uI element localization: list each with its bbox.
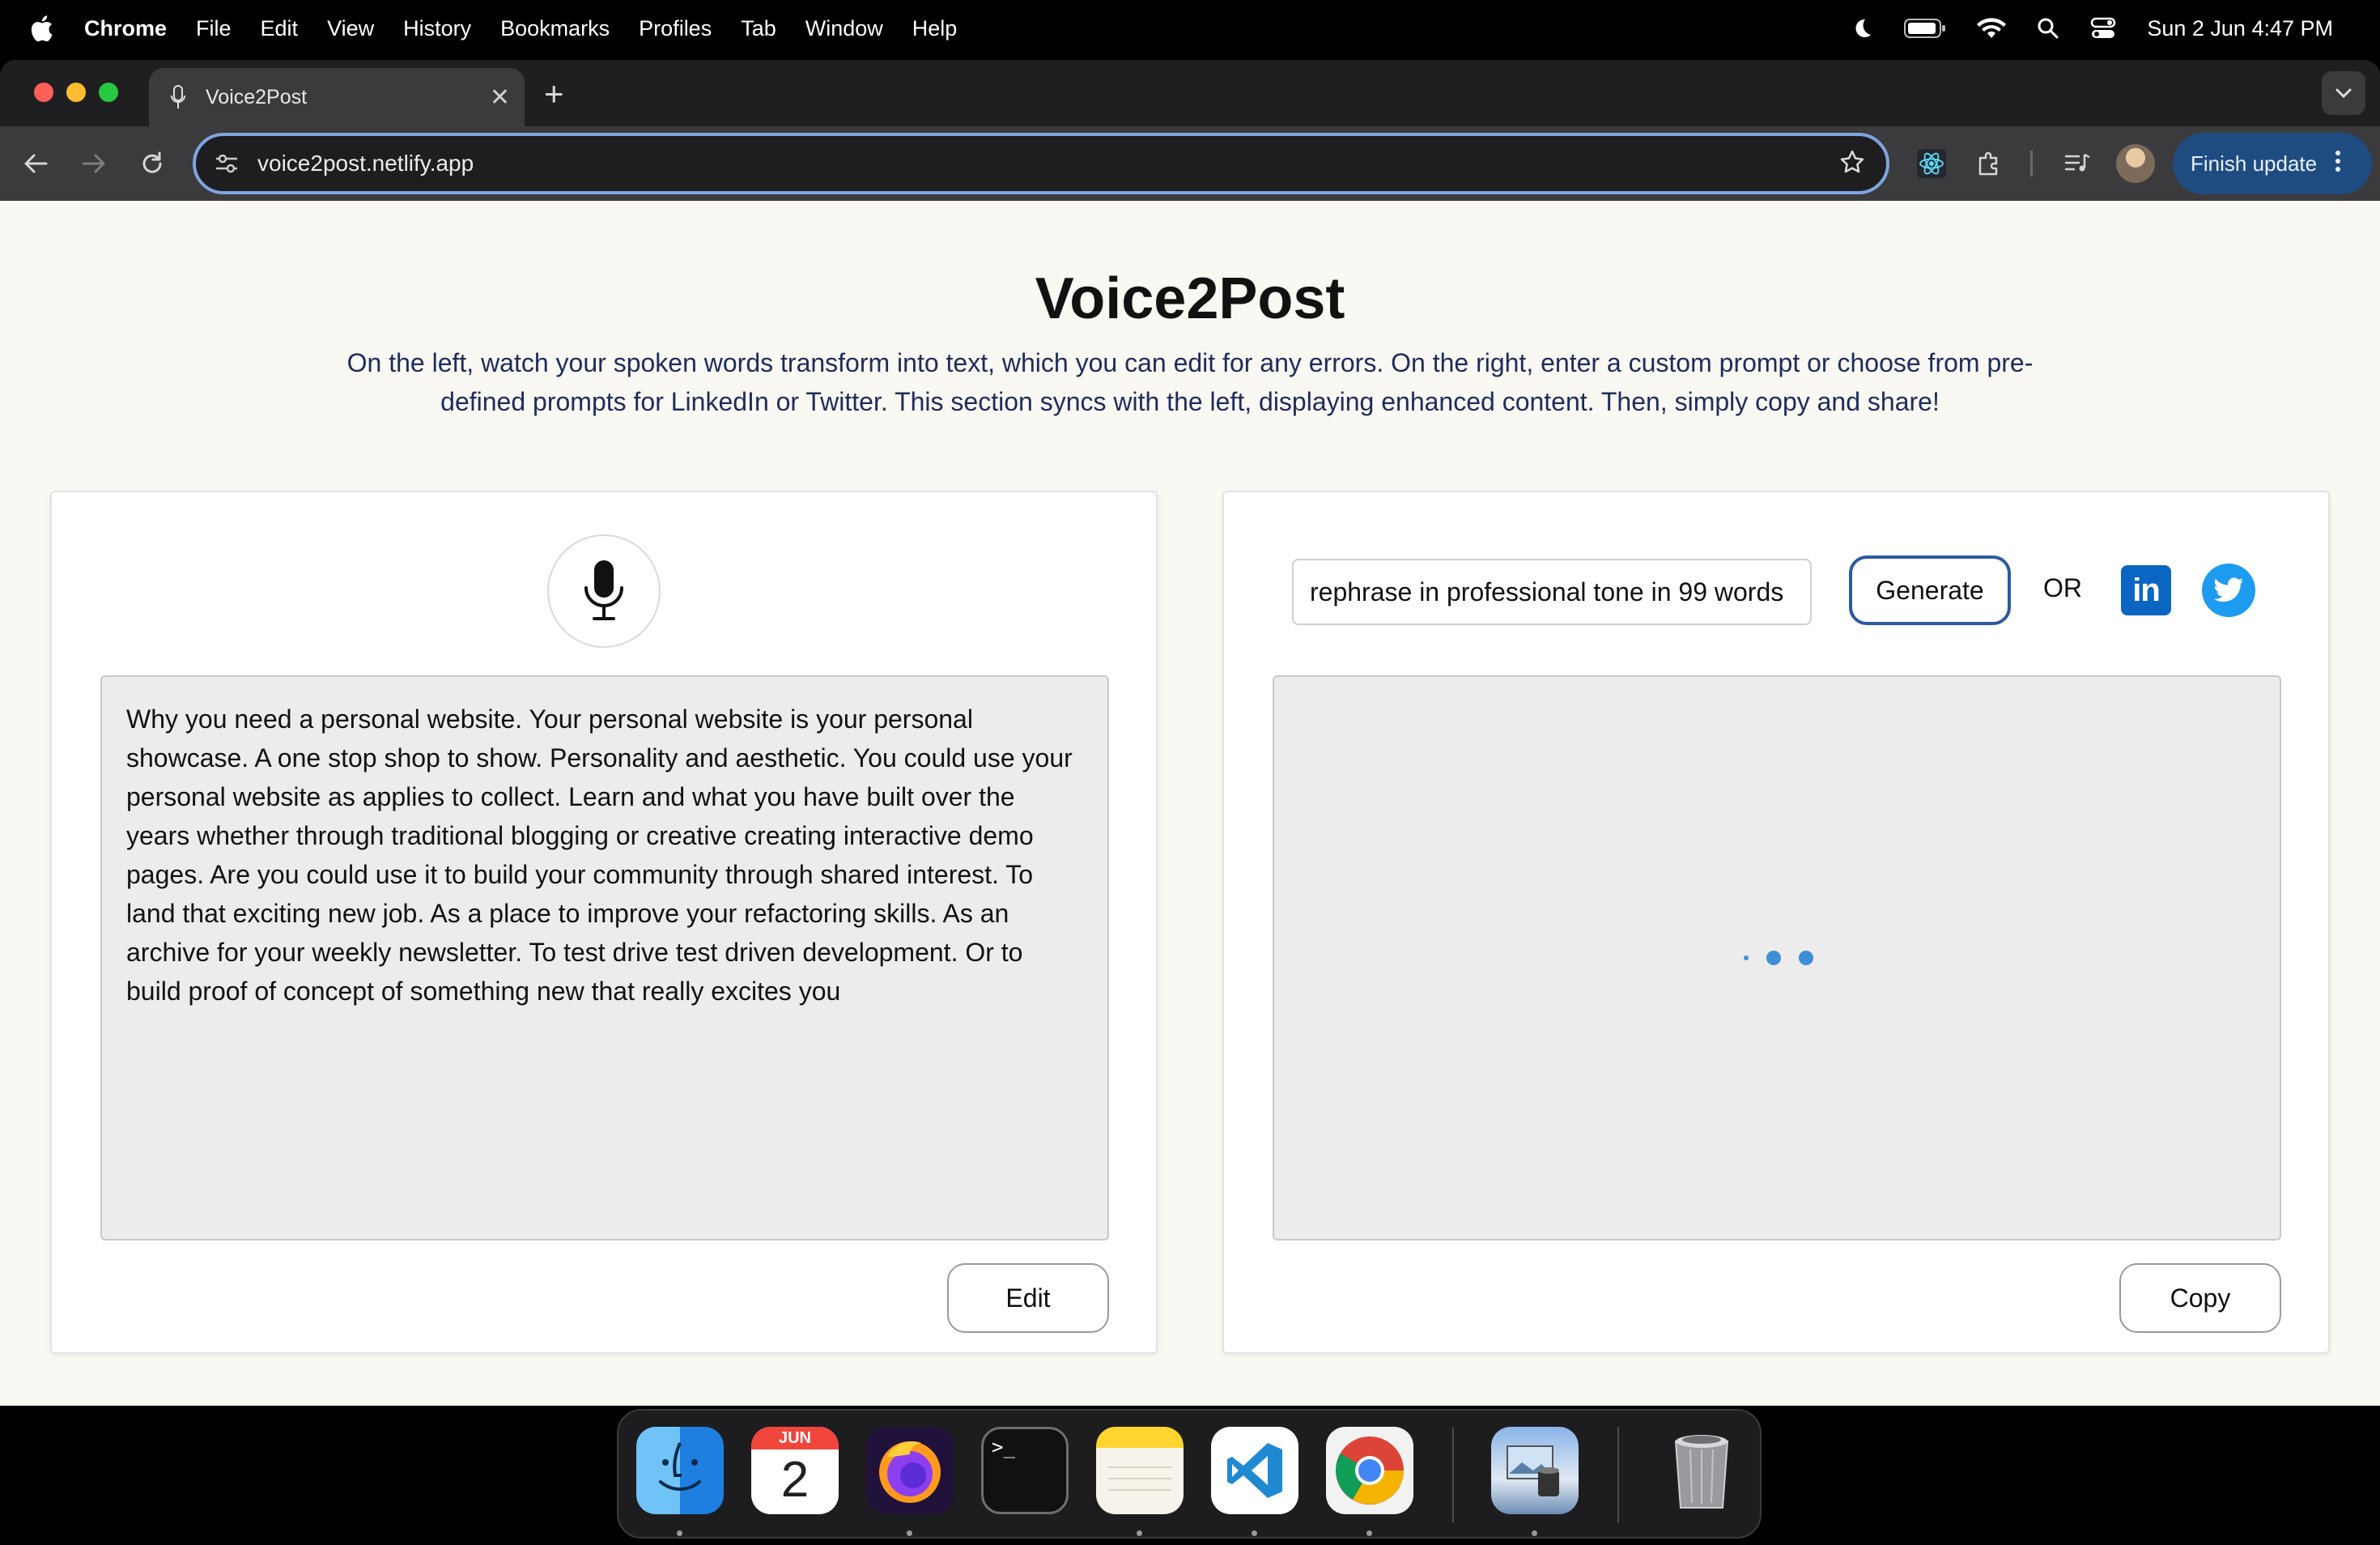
twitter-bird-icon <box>2214 577 2243 602</box>
finish-update-label: Finish update <box>2191 151 2318 176</box>
chevron-down-icon <box>2335 88 2352 99</box>
terminal-prompt: >_ <box>992 1436 1015 1458</box>
menu-history[interactable]: History <box>403 16 471 41</box>
finder-icon[interactable] <box>636 1427 724 1514</box>
browser-window-frame: Voice2Post ✕ + voice2post.netlify.app Fi… <box>0 60 2380 201</box>
window-minimize-button[interactable] <box>66 83 86 102</box>
trash-icon[interactable] <box>1658 1427 1745 1514</box>
generate-button[interactable]: Generate <box>1849 555 2011 625</box>
tab-voice2post[interactable]: Voice2Post ✕ <box>149 68 525 126</box>
firefox-icon[interactable] <box>866 1427 954 1514</box>
chrome-icon[interactable] <box>1326 1427 1413 1514</box>
toolbar-separator <box>2030 151 2033 177</box>
control-center-icon[interactable] <box>2090 17 2116 40</box>
forward-arrow-icon[interactable] <box>76 146 112 181</box>
enhancement-panel: Generate OR in Copy <box>1222 491 2330 1354</box>
reload-icon[interactable] <box>134 146 170 181</box>
media-controls-icon[interactable] <box>2059 146 2095 181</box>
menu-app-name[interactable]: Chrome <box>84 16 167 41</box>
preview-icon[interactable] <box>1491 1427 1579 1514</box>
running-indicator <box>1137 1530 1142 1536</box>
dock-separator <box>1452 1427 1454 1522</box>
window-zoom-button[interactable] <box>99 83 118 102</box>
or-label: OR <box>2043 573 2082 602</box>
running-indicator <box>677 1530 682 1536</box>
tab-title: Voice2Post <box>206 85 308 109</box>
calendar-day: 2 <box>780 1452 810 1508</box>
linkedin-prompt-button[interactable]: in <box>2121 565 2171 615</box>
loading-dot <box>1766 951 1781 965</box>
terminal-icon[interactable]: >_ <box>981 1427 1069 1514</box>
running-indicator <box>1532 1530 1537 1536</box>
microphone-favicon-icon <box>167 84 189 110</box>
more-vertical-icon <box>2335 150 2341 178</box>
twitter-prompt-button[interactable] <box>2202 564 2255 617</box>
battery-icon[interactable] <box>1904 18 1946 39</box>
edit-button[interactable]: Edit <box>947 1263 1109 1333</box>
linkedin-icon: in <box>2132 572 2161 608</box>
calendar-month: JUN <box>751 1427 839 1449</box>
running-indicator <box>907 1530 912 1536</box>
finish-update-button[interactable]: Finish update <box>2173 133 2372 194</box>
record-button[interactable] <box>547 534 661 648</box>
tab-search-button[interactable] <box>2322 71 2365 115</box>
back-arrow-icon[interactable] <box>18 146 53 181</box>
react-devtools-icon[interactable] <box>1914 146 1949 181</box>
wifi-icon[interactable] <box>1977 17 2007 40</box>
profile-avatar[interactable] <box>2116 144 2155 183</box>
menu-help[interactable]: Help <box>912 16 958 41</box>
menu-tab[interactable]: Tab <box>741 16 776 41</box>
menu-bookmarks[interactable]: Bookmarks <box>500 16 610 41</box>
extensions-puzzle-icon[interactable] <box>1972 146 2008 181</box>
transcript-textarea[interactable]: Why you need a personal website. Your pe… <box>100 675 1109 1241</box>
custom-prompt-input[interactable] <box>1292 559 1812 625</box>
transcription-panel: Why you need a personal website. Your pe… <box>50 491 1158 1354</box>
macos-dock: JUN 2 >_ <box>617 1409 1762 1539</box>
page-description: On the left, watch your spoken words tra… <box>346 348 2034 416</box>
dock-separator <box>1617 1427 1619 1522</box>
new-tab-plus-icon[interactable]: + <box>544 74 564 113</box>
tab-strip: Voice2Post ✕ + <box>0 60 2380 126</box>
browser-toolbar: voice2post.netlify.app Finish update <box>0 126 2380 201</box>
menu-profiles[interactable]: Profiles <box>639 16 712 41</box>
address-bar[interactable]: voice2post.netlify.app <box>193 133 1889 194</box>
window-close-button[interactable] <box>34 83 53 102</box>
running-indicator <box>1252 1530 1257 1536</box>
apple-menu-icon[interactable] <box>29 15 73 42</box>
microphone-icon <box>584 560 623 620</box>
moon-icon[interactable] <box>1851 17 1873 40</box>
enhanced-output-area[interactable] <box>1273 675 2281 1241</box>
site-settings-icon[interactable] <box>212 153 241 174</box>
menu-file[interactable]: File <box>196 16 232 41</box>
tab-close-icon[interactable]: ✕ <box>490 83 510 112</box>
menu-view[interactable]: View <box>327 16 374 41</box>
menu-edit[interactable]: Edit <box>261 16 299 41</box>
page-title: Voice2Post <box>1035 266 1345 331</box>
running-indicator <box>1366 1530 1372 1536</box>
vscode-icon[interactable] <box>1211 1427 1298 1514</box>
page-content: Voice2Post On the left, watch your spoke… <box>0 201 2380 1406</box>
notes-icon[interactable] <box>1096 1427 1184 1514</box>
loading-dot <box>1744 956 1749 960</box>
loading-dot <box>1799 951 1813 965</box>
copy-button[interactable]: Copy <box>2119 1263 2281 1333</box>
url-text[interactable]: voice2post.netlify.app <box>257 151 1839 177</box>
menu-window[interactable]: Window <box>805 16 883 41</box>
bookmark-star-icon[interactable] <box>1839 149 1865 179</box>
calendar-icon[interactable]: JUN 2 <box>751 1427 839 1514</box>
macos-menu-bar: Chrome File Edit View History Bookmarks … <box>0 0 2380 57</box>
menubar-clock[interactable]: Sun 2 Jun 4:47 PM <box>2147 16 2333 41</box>
loading-indicator <box>1744 951 1831 965</box>
search-icon[interactable] <box>2037 17 2059 40</box>
